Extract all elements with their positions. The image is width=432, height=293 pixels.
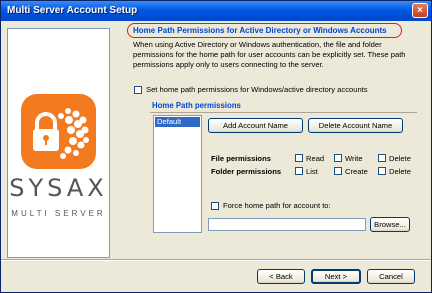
folder-delete-checkbox[interactable] — [378, 167, 386, 175]
list-checkbox[interactable] — [295, 167, 303, 175]
write-checkbox[interactable] — [334, 154, 342, 162]
browse-button[interactable]: Browse... — [370, 217, 410, 232]
window-title: Multi Server Account Setup — [7, 5, 138, 16]
folder-delete-label: Delete — [389, 167, 411, 176]
force-home-path-label: Force home path for account to: — [223, 201, 331, 210]
home-path-input[interactable] — [208, 218, 366, 231]
file-delete-checkbox[interactable] — [378, 154, 386, 162]
add-account-name-button[interactable]: Add Account Name — [208, 118, 303, 133]
section-heading: Home Path Permissions for Active Directo… — [127, 23, 402, 38]
file-delete-label: Delete — [389, 154, 411, 163]
lock-globe-icon — [33, 108, 89, 159]
set-home-path-checkbox[interactable] — [134, 86, 142, 94]
logo-panel: SYSAX MULTI SERVER — [7, 28, 110, 258]
write-label: Write — [345, 154, 363, 163]
section-description: When using Active Directory or Windows a… — [133, 40, 406, 69]
file-permissions-label: File permissions — [211, 154, 271, 163]
brand-subtitle: MULTI SERVER — [11, 209, 106, 218]
account-list[interactable]: Default — [153, 115, 202, 233]
list-item-default[interactable]: Default — [155, 117, 200, 127]
setup-window: Multi Server Account Setup × SYSAX MULTI… — [0, 0, 432, 293]
folder-permissions-label: Folder permissions — [211, 167, 282, 176]
close-button[interactable]: × — [412, 3, 428, 18]
read-label: Read — [306, 154, 325, 163]
back-button[interactable]: < Back — [257, 269, 305, 284]
list-label: List — [306, 167, 318, 176]
create-label: Create — [345, 167, 368, 176]
set-home-path-label: Set home path permissions for Windows/ac… — [146, 85, 368, 94]
brand-name: SYSAX — [9, 174, 108, 202]
create-checkbox[interactable] — [334, 167, 342, 175]
next-button[interactable]: Next > — [311, 269, 361, 284]
footer-divider — [1, 259, 431, 261]
home-path-group-title: Home Path permissions — [152, 101, 241, 110]
force-home-path-checkbox[interactable] — [211, 202, 219, 210]
title-bar[interactable]: Multi Server Account Setup × — [1, 1, 431, 21]
read-checkbox[interactable] — [295, 154, 303, 162]
section-heading-text: Home Path Permissions for Active Directo… — [133, 26, 387, 35]
sysax-logo-icon — [21, 94, 96, 169]
cancel-button[interactable]: Cancel — [367, 269, 415, 284]
group-divider — [150, 112, 417, 113]
delete-account-name-button[interactable]: Delete Account Name — [308, 118, 403, 133]
